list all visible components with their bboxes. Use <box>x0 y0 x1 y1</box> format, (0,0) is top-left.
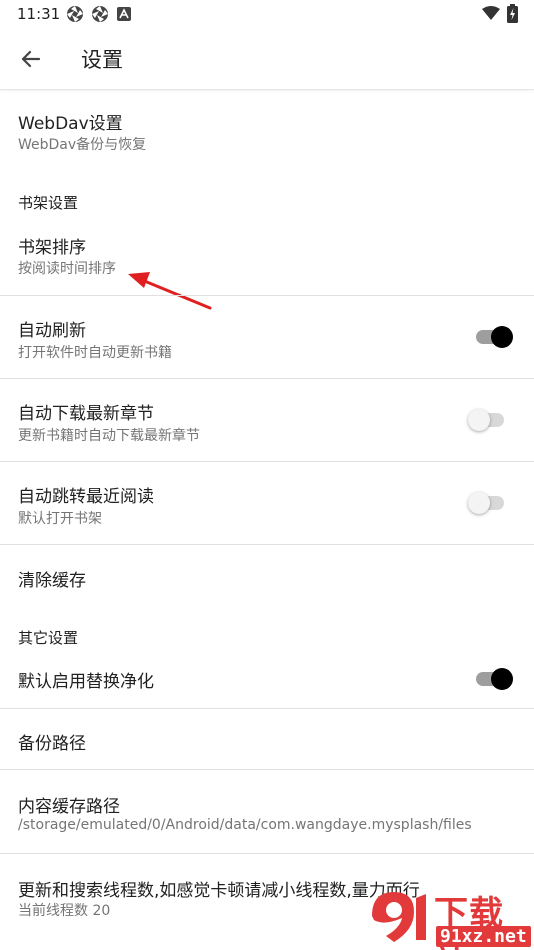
auto-download-switch[interactable] <box>468 407 508 433</box>
site-watermark: 下载站 91xz.net <box>364 882 534 950</box>
webdav-title: WebDav设置 <box>18 114 123 134</box>
shelf-sort-title: 书架排序 <box>18 238 86 258</box>
status-time: 11:31 <box>17 5 61 23</box>
backup-path-item[interactable]: 备份路径 <box>0 709 534 769</box>
auto-download-title: 自动下载最新章节 <box>18 404 154 424</box>
replace-purify-title: 默认启用替换净化 <box>18 672 154 692</box>
bookshelf-section-header: 书架设置 <box>18 194 79 212</box>
clear-cache-item[interactable]: 清除缓存 <box>0 545 534 607</box>
shelf-sort-item[interactable]: 书架排序 按阅读时间排序 <box>0 222 534 294</box>
page-title: 设置 <box>81 48 123 72</box>
watermark-domain: 91xz.net <box>436 926 531 947</box>
thread-count-subtitle: 当前线程数 20 <box>18 903 111 919</box>
auto-jump-switch[interactable] <box>468 490 508 516</box>
auto-refresh-item[interactable]: 自动刷新 打开软件时自动更新书籍 <box>0 296 534 378</box>
arrow-back-icon <box>21 50 41 68</box>
thread-count-title: 更新和搜索线程数,如感觉卡顿请减小线程数,量力而行 <box>18 881 420 901</box>
replace-purify-switch[interactable] <box>474 666 514 692</box>
auto-jump-title: 自动跳转最近阅读 <box>18 487 154 507</box>
status-bar: 11:31 <box>0 0 534 28</box>
battery-charging-icon <box>507 4 518 23</box>
aperture-icon <box>67 6 83 22</box>
backup-path-title: 备份路径 <box>18 734 86 754</box>
wifi-icon <box>482 6 500 20</box>
other-section-header: 其它设置 <box>18 629 79 647</box>
shelf-sort-subtitle: 按阅读时间排序 <box>18 261 116 277</box>
auto-download-subtitle: 更新书籍时自动下载最新章节 <box>18 428 200 444</box>
auto-refresh-title: 自动刷新 <box>18 321 86 341</box>
content-cache-path-subtitle: /storage/emulated/0/Android/data/com.wan… <box>18 817 472 833</box>
webdav-settings-item[interactable]: WebDav设置 WebDav备份与恢复 <box>0 92 534 172</box>
auto-refresh-switch[interactable] <box>474 324 514 350</box>
a-badge-icon <box>117 7 131 21</box>
content-cache-path-title: 内容缓存路径 <box>18 797 120 817</box>
content-cache-path-item[interactable]: 内容缓存路径 /storage/emulated/0/Android/data/… <box>0 770 534 853</box>
auto-refresh-subtitle: 打开软件时自动更新书籍 <box>18 345 172 361</box>
watermark-logo-icon <box>372 892 426 942</box>
auto-jump-subtitle: 默认打开书架 <box>18 511 102 527</box>
app-bar: 设置 <box>0 28 534 90</box>
auto-download-item[interactable]: 自动下载最新章节 更新书籍时自动下载最新章节 <box>0 379 534 461</box>
clear-cache-title: 清除缓存 <box>18 571 86 591</box>
replace-purify-item[interactable]: 默认启用替换净化 <box>0 654 534 708</box>
auto-jump-item[interactable]: 自动跳转最近阅读 默认打开书架 <box>0 462 534 544</box>
back-button[interactable] <box>14 43 48 75</box>
aperture-icon <box>92 6 108 22</box>
webdav-subtitle: WebDav备份与恢复 <box>18 137 147 153</box>
